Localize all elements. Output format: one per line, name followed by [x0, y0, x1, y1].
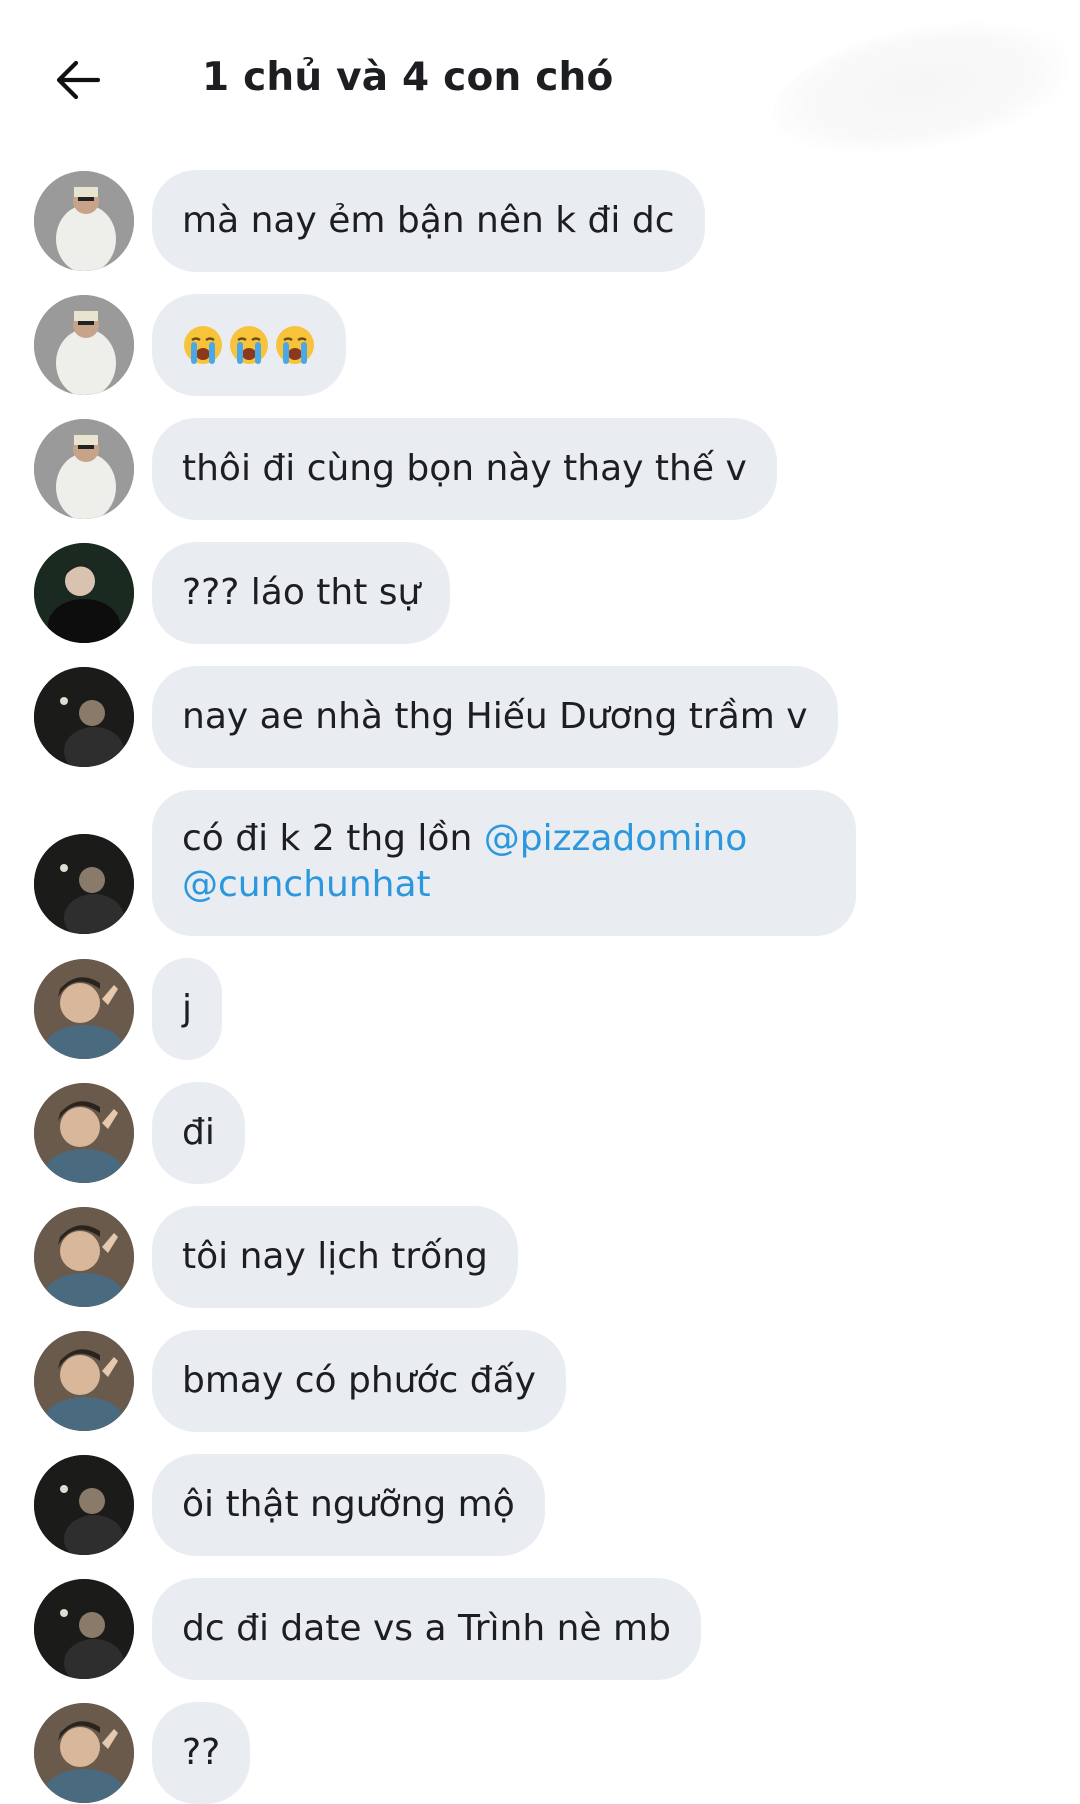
message-text: mà nay ẻm bận nên k đi dc [182, 200, 675, 241]
message-text: j [182, 988, 193, 1029]
message-row: j [0, 958, 1080, 1060]
message-bubble[interactable]: tôi nay lịch trống [152, 1206, 518, 1308]
avatar-photo [34, 1455, 134, 1555]
message-list[interactable]: mà nay ẻm bận nên k đi dc thôi đi cùng b… [0, 0, 1080, 1804]
message-bubble[interactable]: j [152, 958, 223, 1060]
avatar-user-d[interactable] [34, 1207, 134, 1307]
avatar-user-d[interactable] [34, 1331, 134, 1431]
avatar-user-d[interactable] [34, 1083, 134, 1183]
message-row [0, 294, 1080, 396]
message-row: bmay có phước đấy [0, 1330, 1080, 1432]
message-row: ôi thật ngưỡng mộ [0, 1454, 1080, 1556]
avatar-user-c[interactable] [34, 834, 134, 934]
message-row: ??? láo tht sự [0, 542, 1080, 644]
avatar-user-a[interactable] [34, 419, 134, 519]
message-row: thôi đi cùng bọn này thay thế v [0, 418, 1080, 520]
message-bubble[interactable]: dc đi date vs a Trình nè mb [152, 1578, 701, 1680]
avatar-user-a[interactable] [34, 171, 134, 271]
avatar-photo [34, 419, 134, 519]
message-text: dc đi date vs a Trình nè mb [182, 1608, 671, 1649]
loudly-crying-face-icon [230, 326, 268, 364]
message-bubble[interactable]: mà nay ẻm bận nên k đi dc [152, 170, 705, 272]
message-text: có đi k 2 thg lồn [182, 818, 484, 859]
message-text: tôi nay lịch trống [182, 1236, 488, 1277]
message-bubble[interactable]: bmay có phước đấy [152, 1330, 566, 1432]
message-text: ?? [182, 1732, 221, 1773]
message-text: ôi thật ngưỡng mộ [182, 1484, 515, 1525]
message-bubble[interactable]: ?? [152, 1702, 251, 1804]
avatar-user-d[interactable] [34, 1703, 134, 1803]
message-row: đi [0, 1082, 1080, 1184]
message-bubble[interactable] [152, 294, 346, 396]
loudly-crying-face-icon [184, 326, 222, 364]
message-bubble[interactable]: đi [152, 1082, 245, 1184]
avatar-photo [34, 959, 134, 1059]
avatar-photo [34, 171, 134, 271]
loudly-crying-face-icon [276, 326, 314, 364]
message-row: ?? [0, 1702, 1080, 1804]
avatar-photo [34, 1207, 134, 1307]
message-text: đi [182, 1112, 215, 1153]
message-text: nay ae nhà thg Hiếu Dương trầm v [182, 696, 808, 737]
message-row: nay ae nhà thg Hiếu Dương trầm v [0, 666, 1080, 768]
mention-link[interactable]: @pizzadomino [484, 818, 748, 859]
avatar-photo [34, 1083, 134, 1183]
avatar-user-c[interactable] [34, 1455, 134, 1555]
message-row: có đi k 2 thg lồn @pizzadomino @cunchunh… [0, 790, 1080, 936]
avatar-photo [34, 1703, 134, 1803]
message-bubble[interactable]: ôi thật ngưỡng mộ [152, 1454, 545, 1556]
avatar-photo [34, 295, 134, 395]
avatar-user-a[interactable] [34, 295, 134, 395]
emoji-group [182, 324, 316, 366]
message-text: thôi đi cùng bọn này thay thế v [182, 448, 747, 489]
avatar-photo [34, 543, 134, 643]
message-row: dc đi date vs a Trình nè mb [0, 1578, 1080, 1680]
avatar-photo [34, 834, 134, 934]
message-row: tôi nay lịch trống [0, 1206, 1080, 1308]
message-bubble[interactable]: nay ae nhà thg Hiếu Dương trầm v [152, 666, 838, 768]
avatar-user-c[interactable] [34, 667, 134, 767]
avatar-user-b[interactable] [34, 543, 134, 643]
avatar-photo [34, 667, 134, 767]
message-row: mà nay ẻm bận nên k đi dc [0, 170, 1080, 272]
avatar-user-c[interactable] [34, 1579, 134, 1679]
mention-link[interactable]: @cunchunhat [182, 864, 431, 905]
avatar-user-d[interactable] [34, 959, 134, 1059]
message-text: bmay có phước đấy [182, 1360, 536, 1401]
message-bubble[interactable]: có đi k 2 thg lồn @pizzadomino @cunchunh… [152, 790, 856, 936]
message-text: ??? láo tht sự [182, 572, 421, 613]
message-bubble[interactable]: thôi đi cùng bọn này thay thế v [152, 418, 777, 520]
message-bubble[interactable]: ??? láo tht sự [152, 542, 451, 644]
avatar-photo [34, 1579, 134, 1679]
avatar-photo [34, 1331, 134, 1431]
